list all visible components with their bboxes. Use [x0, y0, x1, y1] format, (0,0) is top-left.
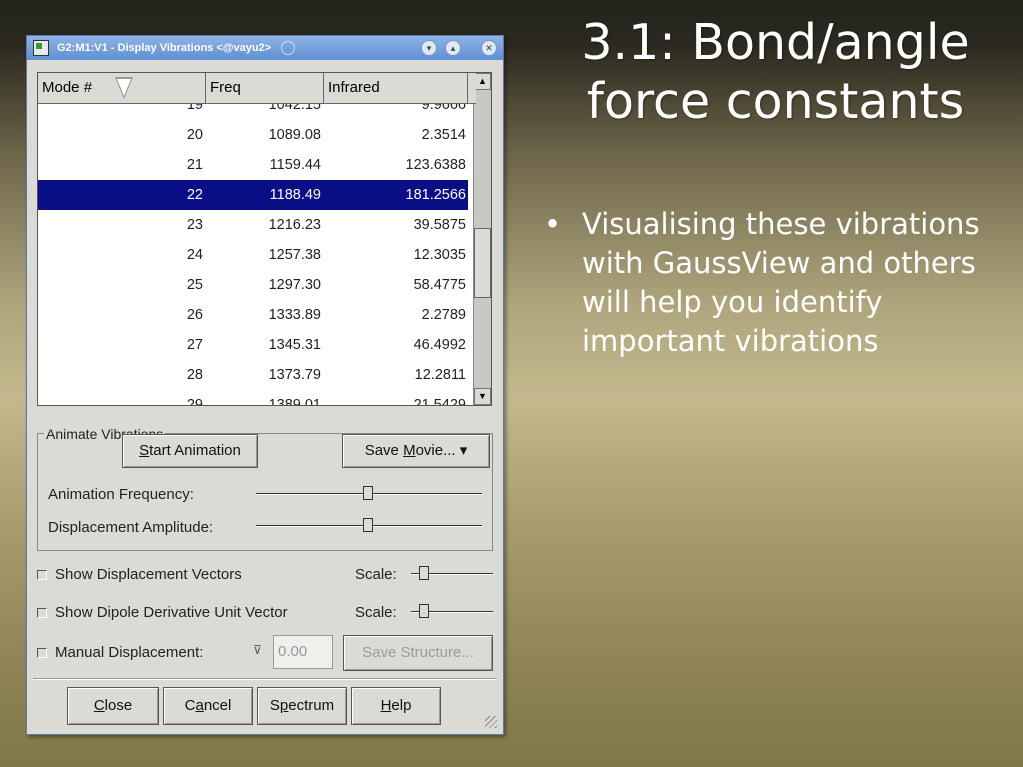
table-row[interactable]: 22 1188.49 181.2566	[38, 180, 468, 210]
slide-title: 3.1: Bond/angle force constants	[581, 14, 970, 130]
header-mode[interactable]: Mode #	[38, 73, 206, 103]
manual-displacement-label: Manual Displacement:	[55, 644, 204, 661]
freq-cell: 1257.38	[268, 247, 321, 263]
freq-cell: 1159.44	[269, 157, 321, 173]
infrared-cell: 46.4992	[413, 337, 466, 353]
freq-cell: 1297.30	[268, 277, 321, 293]
displacement-amplitude-slider[interactable]	[256, 518, 482, 534]
table-row[interactable]: 24 1257.38 12.3035	[38, 240, 468, 270]
scroll-thumb[interactable]	[474, 228, 491, 298]
infrared-cell: 58.4775	[413, 277, 466, 293]
save-structure-button[interactable]: Save Structure...	[343, 635, 493, 671]
infrared-cell: 39.5875	[413, 217, 466, 233]
infrared-cell: 2.3514	[421, 127, 466, 143]
mode-cell: 28	[186, 367, 203, 383]
freq-cell: 1216.23	[268, 217, 321, 233]
show-dipole-label: Show Dipole Derivative Unit Vector	[55, 604, 288, 621]
table-row[interactable]: 26 1333.89 2.2789	[38, 300, 468, 330]
start-animation-button[interactable]: Start Animation	[122, 434, 258, 468]
mode-cell: 22	[186, 187, 203, 203]
header-infrared[interactable]: Infrared	[324, 73, 468, 103]
divider	[33, 678, 497, 680]
mode-cell: 26	[186, 307, 203, 323]
animate-vibrations-group: Animate Vibrations Start Animation Save …	[37, 426, 493, 551]
show-displacement-vectors-checkbox[interactable]	[37, 570, 47, 580]
table-row[interactable]: 28 1373.79 12.2811	[38, 360, 468, 390]
infrared-cell: 123.6388	[405, 157, 466, 173]
freq-cell: 1333.89	[268, 307, 321, 323]
mode-cell: 20	[186, 127, 203, 143]
manual-displacement-checkbox[interactable]	[37, 648, 47, 658]
animation-frequency-slider[interactable]	[256, 486, 482, 502]
table-body: 19 1042.15 9.9666 20 1089.08 2.3514 21 1159.44 1…	[38, 90, 468, 406]
table-row[interactable]: 23 1216.23 39.5875	[38, 210, 468, 240]
bullet-text: Visualising these vibrations with GaussV…	[582, 207, 980, 358]
show-dipole-checkbox[interactable]	[37, 608, 47, 618]
table-header: Mode # Freq Infrared	[38, 73, 476, 104]
resize-grip-icon[interactable]	[485, 716, 497, 728]
header-freq[interactable]: Freq	[206, 73, 324, 103]
sort-icon[interactable]	[115, 77, 133, 99]
vertical-scrollbar[interactable]: ▲ ▼	[473, 73, 491, 405]
displacement-amplitude-label: Displacement Amplitude:	[48, 519, 214, 536]
slider-handle[interactable]	[419, 604, 429, 618]
header-mode-label: Mode #	[42, 79, 93, 96]
dipole-scale-slider[interactable]	[411, 604, 493, 620]
infrared-cell: 12.2811	[414, 367, 466, 383]
close-button[interactable]: Close	[67, 687, 159, 725]
infrared-cell: 21.5429	[413, 397, 466, 406]
minimize-icon[interactable]: ▾	[421, 40, 437, 56]
spin-arrow-icon[interactable]: ⊽	[253, 643, 262, 657]
vibrations-table[interactable]: 19 1042.15 9.9666 20 1089.08 2.3514 21 1159.44 1…	[37, 72, 492, 406]
table-row[interactable]: 27 1345.31 46.4992	[38, 330, 468, 360]
close-icon[interactable]: ✕	[481, 40, 497, 56]
table-row[interactable]: 25 1297.30 58.4775	[38, 270, 468, 300]
mode-cell: 21	[186, 157, 203, 173]
spectrum-button[interactable]: Spectrum	[257, 687, 347, 725]
mode-cell: 27	[186, 337, 203, 353]
help-button[interactable]: Help	[351, 687, 441, 725]
table-row[interactable]: 20 1089.08 2.3514	[38, 120, 468, 150]
slide-bullet-list: • Visualising these vibrations with Gauss…	[540, 205, 1010, 360]
slide-bullet: • Visualising these vibrations with Gauss…	[540, 205, 1010, 360]
window-title: G2:M1:V1 - Display Vibrations <@vayu2>	[57, 42, 272, 54]
mode-cell: 23	[186, 217, 203, 233]
scale-label: Scale:	[355, 566, 397, 583]
app-icon	[33, 40, 49, 56]
scroll-up-icon[interactable]: ▲	[474, 73, 491, 90]
show-displacement-vectors-label: Show Displacement Vectors	[55, 566, 242, 583]
save-movie-button[interactable]: Save Movie... ▾	[342, 434, 490, 468]
infrared-cell: 2.2789	[421, 307, 466, 323]
window-titlebar[interactable]: G2:M1:V1 - Display Vibrations <@vayu2> ▾…	[27, 36, 503, 60]
slider-handle[interactable]	[363, 518, 373, 532]
scale-label: Scale:	[355, 604, 397, 621]
freq-cell: 1345.31	[268, 337, 321, 353]
cancel-button[interactable]: Cancel	[163, 687, 253, 725]
freq-cell: 1188.49	[269, 187, 321, 203]
table-row[interactable]: 29 1389.01 21.5429	[38, 390, 468, 406]
manual-displacement-input[interactable]: 0.00	[273, 635, 333, 669]
vector-scale-slider[interactable]	[411, 566, 493, 582]
animation-frequency-label: Animation Frequency:	[48, 486, 194, 503]
display-vibrations-window: G2:M1:V1 - Display Vibrations <@vayu2> ▾…	[26, 35, 504, 735]
maximize-icon[interactable]: ▴	[445, 40, 461, 56]
freq-cell: 1389.01	[268, 397, 321, 406]
mode-cell: 25	[186, 277, 203, 293]
mode-cell: 24	[186, 247, 203, 263]
infrared-cell: 12.3035	[413, 247, 466, 263]
scroll-down-icon[interactable]: ▼	[474, 388, 491, 405]
spinner-icon	[281, 41, 296, 55]
slider-handle[interactable]	[363, 486, 373, 500]
freq-cell: 1089.08	[268, 127, 321, 143]
slider-handle[interactable]	[419, 566, 429, 580]
infrared-cell: 181.2566	[405, 187, 466, 203]
dropdown-arrow-icon: ▾	[459, 442, 468, 459]
bullet-icon: •	[544, 207, 562, 241]
freq-cell: 1373.79	[268, 367, 321, 383]
mode-cell: 29	[186, 397, 203, 406]
table-row[interactable]: 21 1159.44 123.6388	[38, 150, 468, 180]
